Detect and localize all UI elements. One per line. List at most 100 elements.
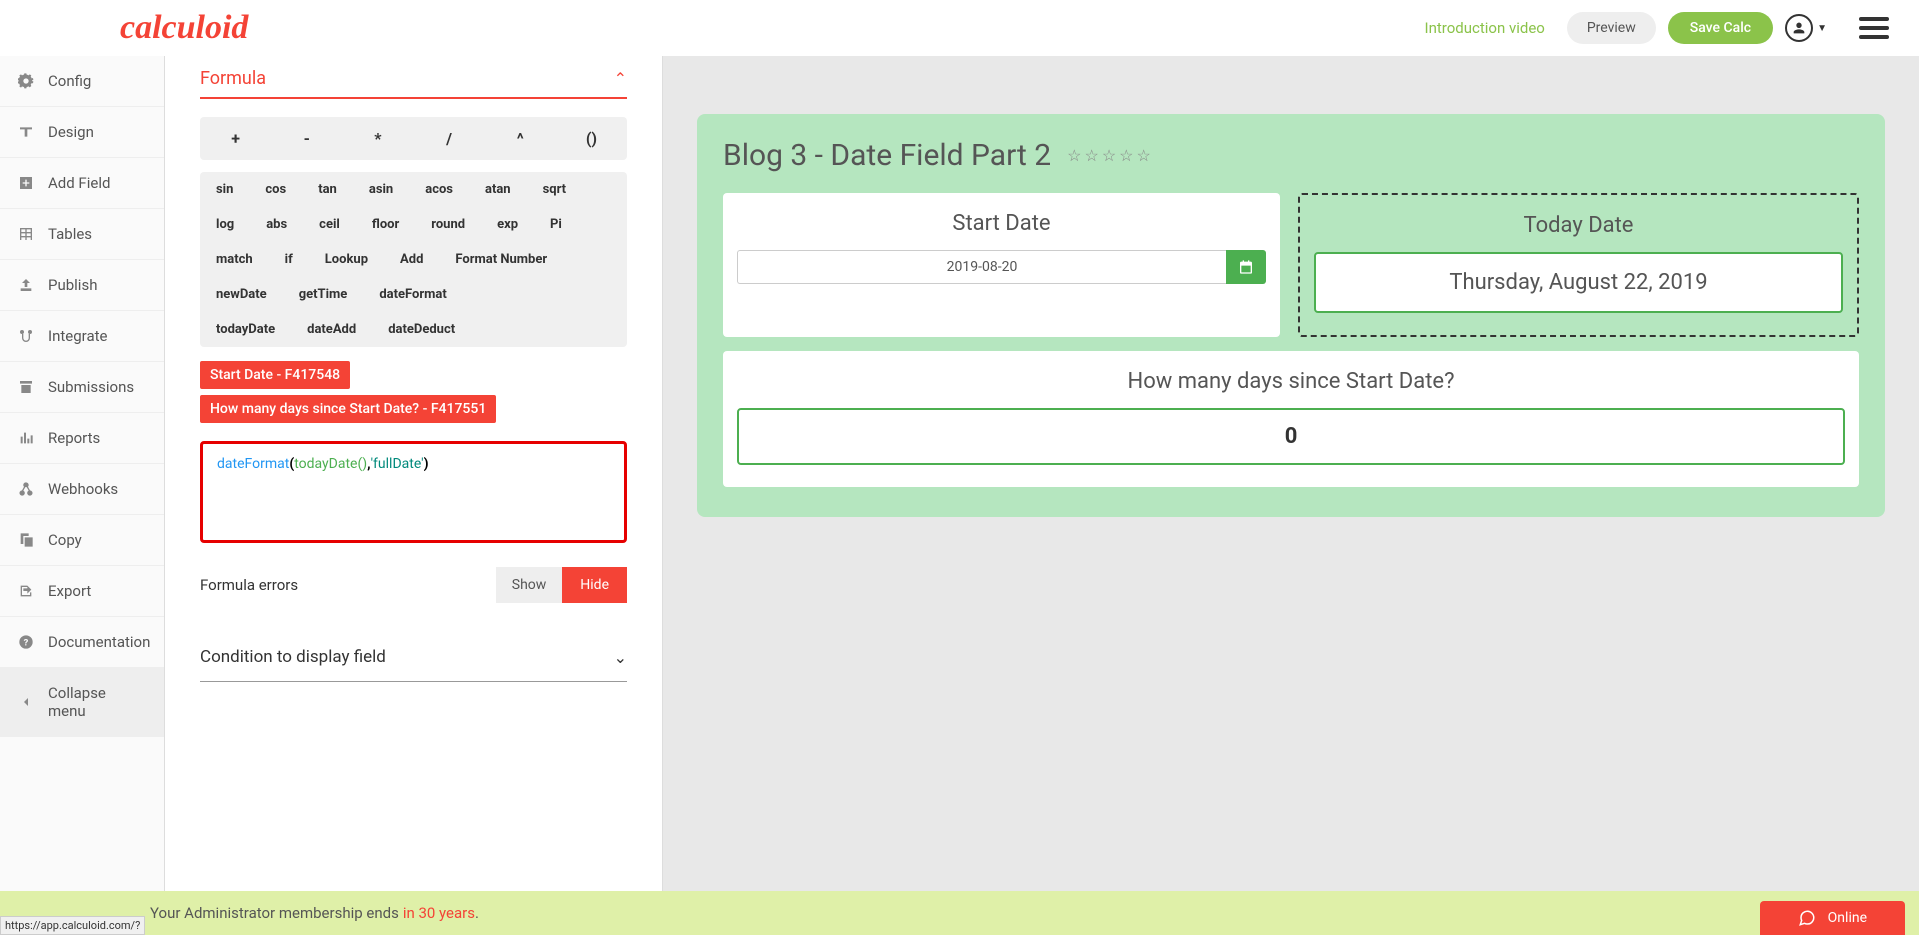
gear-icon — [18, 73, 34, 89]
op-pow[interactable]: ^ — [485, 117, 556, 160]
chart-icon — [18, 430, 34, 446]
errors-toggle: Show Hide — [496, 567, 627, 603]
condition-section-title: Condition to display field — [200, 647, 386, 667]
logo[interactable]: calculoid — [120, 9, 248, 47]
hide-errors-button[interactable]: Hide — [562, 567, 627, 603]
fn-round[interactable]: round — [415, 207, 481, 242]
fn-add[interactable]: Add — [384, 242, 439, 277]
fn-exp[interactable]: exp — [481, 207, 534, 242]
today-date-card-selected[interactable]: Today Date Thursday, August 22, 2019 — [1298, 193, 1859, 337]
calendar-button[interactable] — [1226, 250, 1266, 284]
today-date-result: Thursday, August 22, 2019 — [1314, 252, 1843, 313]
fn-todaydate[interactable]: todayDate — [200, 312, 291, 347]
days-since-card[interactable]: How many days since Start Date? 0 — [723, 351, 1859, 487]
sidebar-item-webhooks[interactable]: Webhooks — [0, 464, 164, 515]
sidebar-item-submissions[interactable]: Submissions — [0, 362, 164, 413]
sidebar-item-design[interactable]: Design — [0, 107, 164, 158]
op-div[interactable]: / — [414, 117, 485, 160]
sidebar-item-reports[interactable]: Reports — [0, 413, 164, 464]
start-date-card[interactable]: Start Date — [723, 193, 1280, 337]
sidebar-item-collapse[interactable]: Collapse menu — [0, 668, 164, 737]
fn-match[interactable]: match — [200, 242, 269, 277]
today-date-label: Today Date — [1314, 213, 1843, 238]
show-errors-button[interactable]: Show — [496, 567, 563, 603]
sidebar-item-add-field[interactable]: Add Field — [0, 158, 164, 209]
fn-atan[interactable]: atan — [469, 172, 527, 207]
sidebar-item-publish[interactable]: Publish — [0, 260, 164, 311]
function-grid: sin cos tan asin acos atan sqrt log abs … — [200, 172, 627, 347]
chevron-up-icon: ⌃ — [614, 69, 627, 88]
online-chat-button[interactable]: Online — [1760, 901, 1905, 935]
save-calc-button[interactable]: Save Calc — [1668, 12, 1773, 44]
op-paren[interactable]: () — [556, 117, 627, 160]
start-date-input[interactable] — [737, 250, 1226, 284]
fn-lookup[interactable]: Lookup — [309, 242, 384, 277]
user-icon — [1785, 14, 1813, 42]
sidebar: Config Design Add Field Tables Publish I… — [0, 56, 165, 935]
sidebar-item-documentation[interactable]: ?Documentation — [0, 617, 164, 668]
fn-sin[interactable]: sin — [200, 172, 249, 207]
sidebar-item-label: Design — [48, 123, 94, 141]
condition-section-header[interactable]: Condition to display field ⌄ — [200, 633, 627, 682]
days-since-result: 0 — [737, 408, 1845, 465]
footer-highlight: in 30 years — [403, 904, 475, 922]
fn-log[interactable]: log — [200, 207, 250, 242]
footer-bar: Your Administrator membership ends in 30… — [0, 891, 1919, 935]
fn-dateformat[interactable]: dateFormat — [363, 277, 462, 312]
fn-floor[interactable]: floor — [356, 207, 415, 242]
rating-stars[interactable]: ☆ ☆ ☆ ☆ ☆ — [1067, 146, 1151, 165]
fn-dateadd[interactable]: dateAdd — [291, 312, 372, 347]
star-icon: ☆ — [1102, 146, 1116, 165]
operator-row: + - * / ^ () — [200, 117, 627, 160]
online-chat-label: Online — [1828, 910, 1867, 926]
formula-input[interactable]: dateFormat(todayDate(),'fullDate') — [200, 441, 627, 543]
design-icon — [18, 124, 34, 140]
op-mult[interactable]: * — [342, 117, 413, 160]
plus-icon — [18, 175, 34, 191]
fn-sqrt[interactable]: sqrt — [527, 172, 583, 207]
fn-tan[interactable]: tan — [302, 172, 353, 207]
sidebar-item-copy[interactable]: Copy — [0, 515, 164, 566]
star-icon: ☆ — [1067, 146, 1081, 165]
copy-icon — [18, 532, 34, 548]
caret-down-icon: ▼ — [1817, 23, 1827, 34]
op-minus[interactable]: - — [271, 117, 342, 160]
field-ref-startdate[interactable]: Start Date - F417548 — [200, 361, 350, 389]
user-menu[interactable]: ▼ — [1785, 14, 1827, 42]
formula-section-header[interactable]: Formula ⌃ — [200, 56, 627, 99]
sidebar-item-tables[interactable]: Tables — [0, 209, 164, 260]
fn-gettime[interactable]: getTime — [283, 277, 364, 312]
fn-formatnumber[interactable]: Format Number — [439, 242, 563, 277]
chevron-left-icon — [18, 694, 34, 710]
intro-video-link[interactable]: Introduction video — [1425, 19, 1545, 37]
op-plus[interactable]: + — [200, 117, 271, 160]
sidebar-item-export[interactable]: Export — [0, 566, 164, 617]
fn-datededuct[interactable]: dateDeduct — [372, 312, 471, 347]
calendar-icon — [1238, 259, 1254, 275]
fn-ceil[interactable]: ceil — [303, 207, 356, 242]
fn-pi[interactable]: Pi — [534, 207, 578, 242]
preview-canvas: Blog 3 - Date Field Part 2 ☆ ☆ ☆ ☆ ☆ Sta… — [663, 56, 1919, 891]
sidebar-item-label: Collapse menu — [48, 684, 146, 720]
fn-if[interactable]: if — [269, 242, 309, 277]
fn-asin[interactable]: asin — [353, 172, 409, 207]
sidebar-item-label: Config — [48, 72, 91, 90]
sidebar-item-config[interactable]: Config — [0, 56, 164, 107]
sidebar-item-integrate[interactable]: Integrate — [0, 311, 164, 362]
sidebar-item-label: Export — [48, 582, 91, 600]
date-input-wrap — [737, 250, 1266, 284]
chat-icon — [1798, 909, 1816, 927]
header-actions: Introduction video Preview Save Calc ▼ — [1425, 12, 1900, 44]
fn-acos[interactable]: acos — [409, 172, 469, 207]
calculator-title: Blog 3 - Date Field Part 2 — [723, 138, 1051, 173]
star-icon: ☆ — [1137, 146, 1151, 165]
fn-newdate[interactable]: newDate — [200, 277, 283, 312]
hamburger-menu[interactable] — [1859, 17, 1889, 39]
fn-abs[interactable]: abs — [250, 207, 303, 242]
field-ref-dayssince[interactable]: How many days since Start Date? - F41755… — [200, 395, 496, 423]
fn-cos[interactable]: cos — [249, 172, 302, 207]
preview-button[interactable]: Preview — [1567, 12, 1656, 44]
sidebar-item-label: Copy — [48, 531, 82, 549]
days-since-label: How many days since Start Date? — [737, 369, 1845, 394]
sidebar-item-label: Documentation — [48, 633, 150, 651]
